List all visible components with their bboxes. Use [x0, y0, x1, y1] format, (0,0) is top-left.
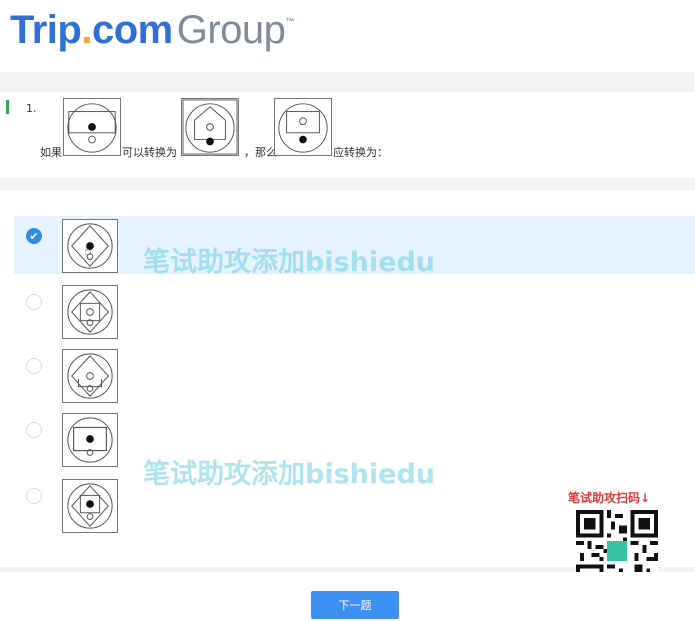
watermark-top: 笔试助攻添加bishiedu [143, 247, 435, 278]
promo-label: 笔试助攻扫码↓ [568, 491, 651, 505]
option-c[interactable] [14, 346, 695, 404]
question-figure-1 [63, 98, 121, 156]
option-c-figure[interactable] [62, 349, 118, 403]
question-text-then: ，那么 [244, 146, 277, 159]
logo-com: com [91, 8, 173, 52]
question-text-becomes: 可以转换为 [122, 146, 177, 159]
question-card: 1. 如果 可以转换为 ，那么 应转换为： [0, 92, 695, 178]
option-d-radio[interactable] [26, 422, 42, 438]
question-text-should: 应转换为： [333, 146, 388, 159]
logo-dot: . [81, 8, 92, 52]
footer-bar: 下一题 [0, 572, 695, 621]
next-question-button[interactable]: 下一题 [311, 591, 399, 619]
check-icon[interactable]: ✔ [26, 228, 42, 244]
logo-trip: Trip [10, 8, 82, 52]
option-e-radio[interactable] [26, 488, 42, 504]
question-text-if: 如果 [40, 146, 62, 159]
logo-tm: ™ [285, 16, 294, 26]
question-figure-2 [181, 98, 239, 156]
hand-cursor-icon: ☝ [84, 244, 92, 259]
question-accent-bar [6, 100, 9, 114]
tripcom-group-logo: Trip.com Group™ [10, 8, 294, 53]
top-header: Trip.com Group™ [0, 0, 695, 72]
question-number: 1. [26, 102, 37, 115]
watermark-bottom: 笔试助攻添加bishiedu [143, 459, 435, 490]
option-d-figure[interactable] [62, 413, 118, 467]
logo-group: Group [176, 8, 286, 52]
option-b[interactable] [14, 282, 695, 340]
option-b-figure[interactable] [62, 285, 118, 339]
option-c-radio[interactable] [26, 358, 42, 374]
question-figure-3 [274, 98, 332, 156]
option-b-radio[interactable] [26, 294, 42, 310]
option-e-figure[interactable] [62, 479, 118, 533]
